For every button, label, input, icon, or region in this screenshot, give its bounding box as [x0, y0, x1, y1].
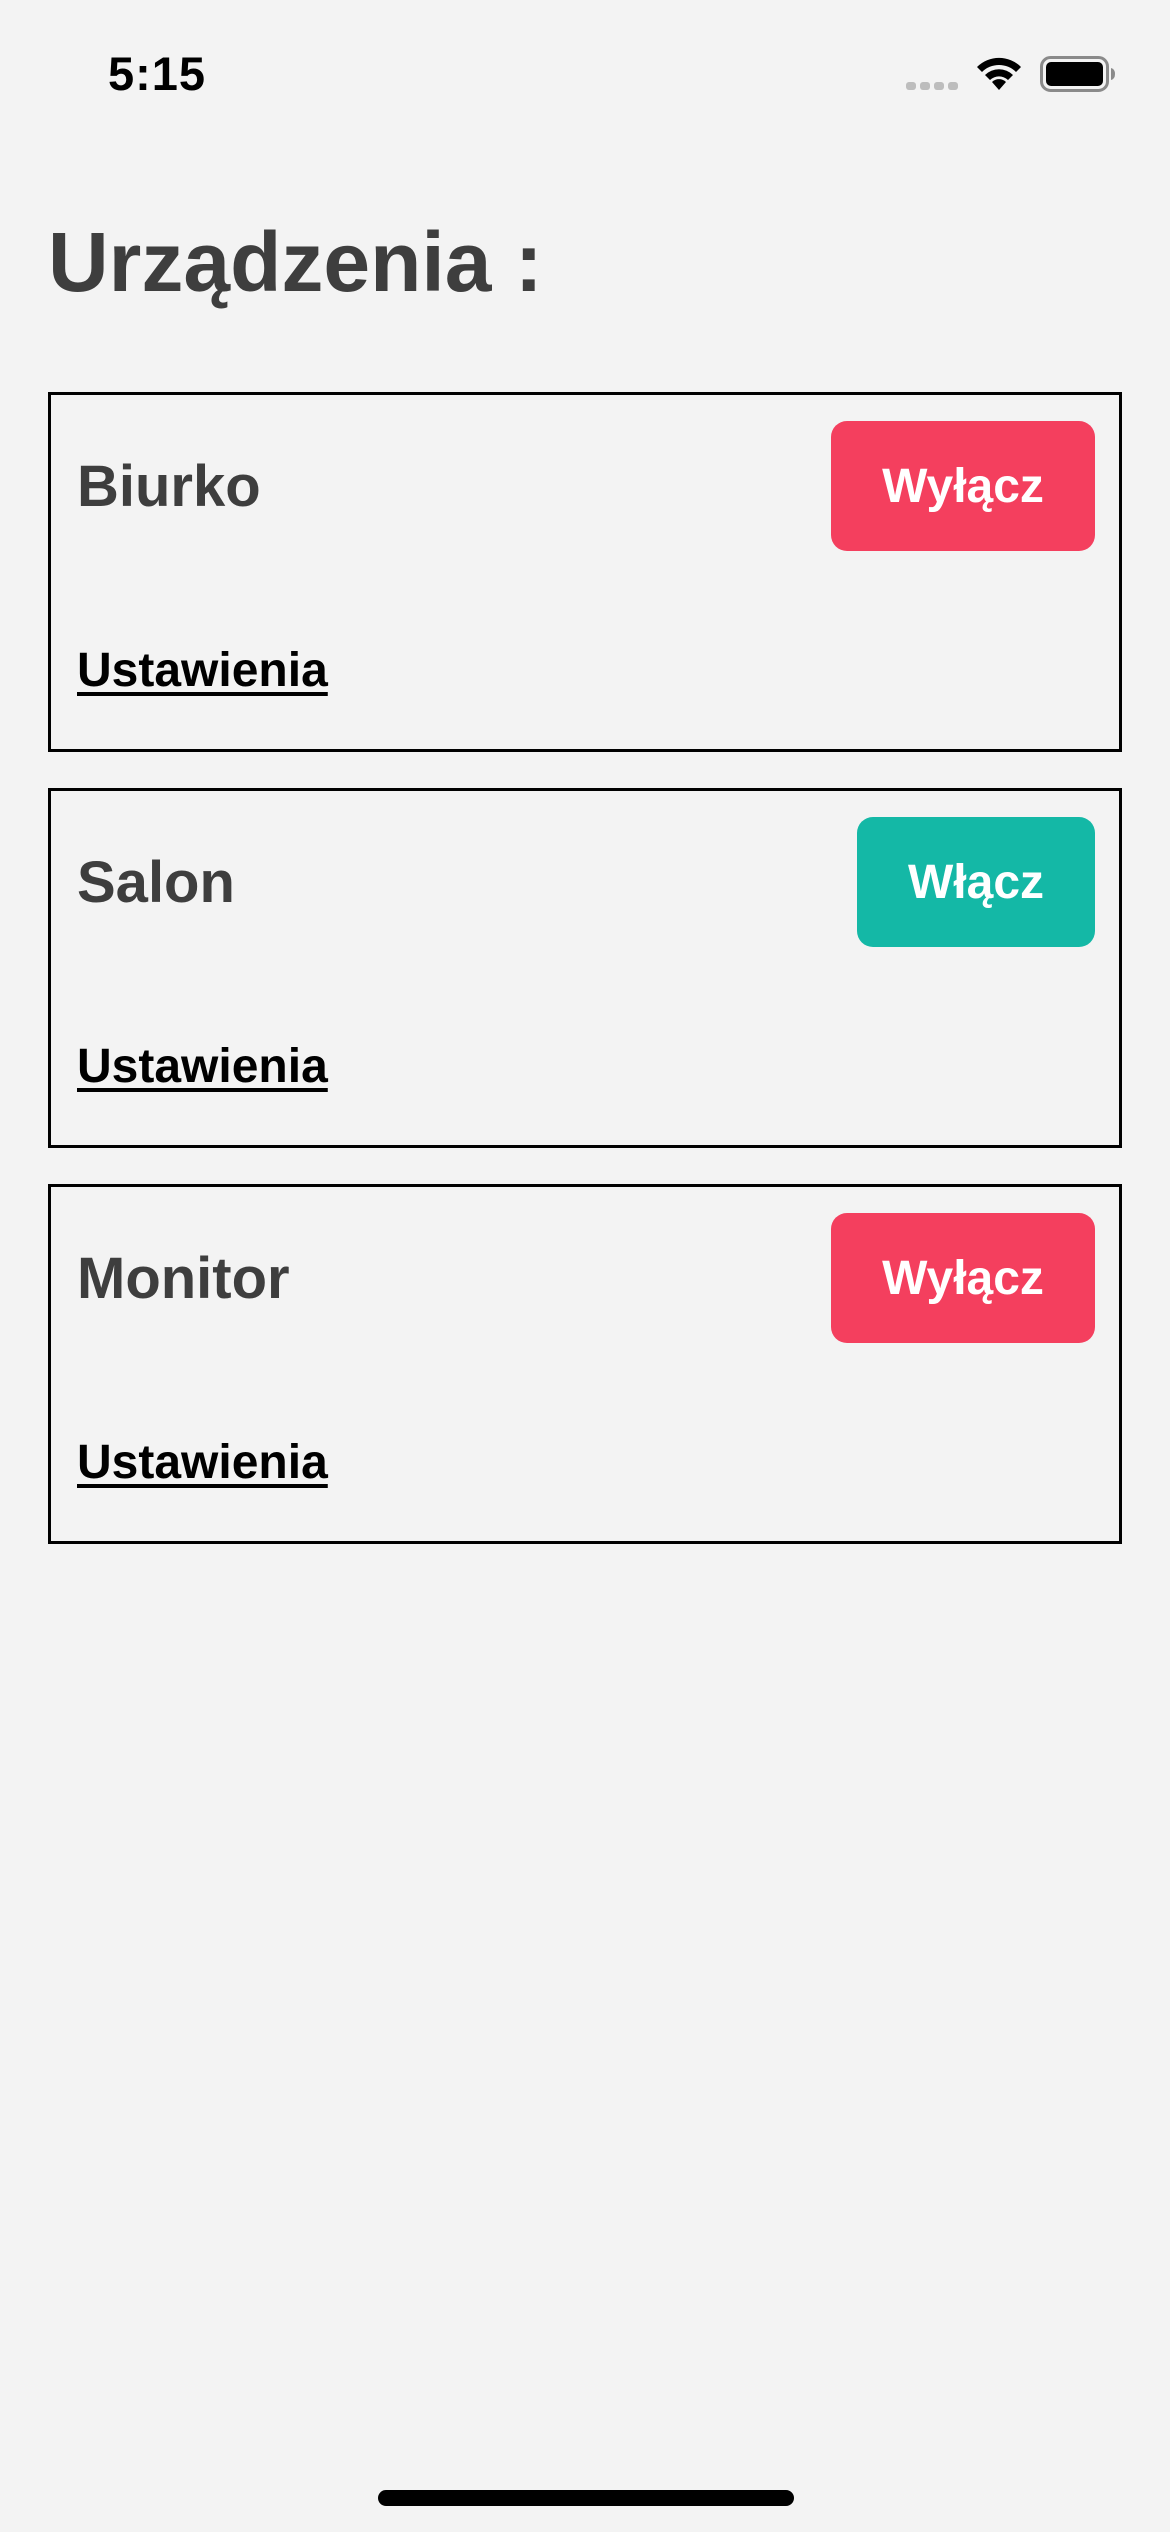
- device-list: Biurko Wyłącz Ustawienia Salon Włącz Ust…: [48, 392, 1122, 1580]
- turn-off-button[interactable]: Wyłącz: [831, 1213, 1095, 1343]
- wifi-icon: [977, 57, 1021, 90]
- device-name: Monitor: [77, 1246, 290, 1311]
- signal-icon: [906, 82, 958, 90]
- home-indicator[interactable]: [378, 2490, 794, 2506]
- status-time: 5:15: [108, 47, 207, 100]
- device-card-salon: Salon Włącz Ustawienia: [48, 788, 1122, 1148]
- turn-on-button[interactable]: Włącz: [857, 817, 1095, 947]
- settings-link[interactable]: Ustawienia: [77, 1039, 328, 1094]
- device-card-biurko: Biurko Wyłącz Ustawienia: [48, 392, 1122, 752]
- turn-off-button[interactable]: Wyłącz: [831, 421, 1095, 551]
- settings-link[interactable]: Ustawienia: [77, 643, 328, 698]
- status-bar: 5:15: [0, 0, 1170, 150]
- device-card-monitor: Monitor Wyłącz Ustawienia: [48, 1184, 1122, 1544]
- page-title: Urządzenia :: [48, 215, 543, 309]
- app-screen: 5:15 Urządzenia : Biurko Wyłącz Ustawien…: [0, 0, 1170, 2532]
- battery-icon: [1040, 56, 1115, 92]
- settings-link[interactable]: Ustawienia: [77, 1435, 328, 1490]
- device-name: Salon: [77, 850, 235, 915]
- device-name: Biurko: [77, 454, 261, 519]
